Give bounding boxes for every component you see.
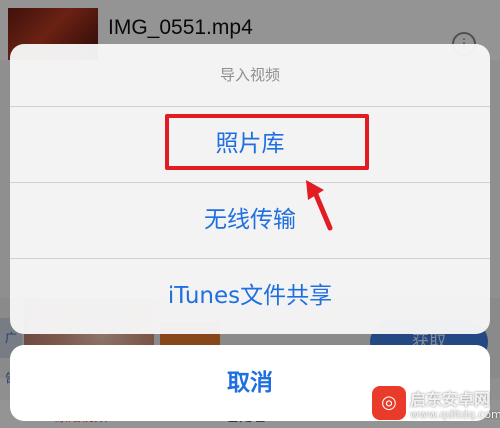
sheet-title: 导入视频 bbox=[219, 66, 280, 84]
wireless-transfer-option[interactable]: 无线传输 bbox=[10, 182, 490, 258]
watermark-name: 启东安卓网 bbox=[410, 390, 491, 409]
red-arrow-annotation bbox=[306, 180, 333, 231]
watermark: ◎ 启东安卓网 www.qdltdq.com bbox=[368, 382, 500, 428]
watermark-logo-icon: ◎ bbox=[372, 386, 406, 420]
highlight-box-annotation bbox=[165, 114, 369, 170]
itunes-file-sharing-option[interactable]: iTunes文件共享 bbox=[10, 258, 490, 334]
watermark-url: www.qdltdq.com bbox=[410, 408, 500, 421]
import-video-action-sheet: 导入视频 照片库 无线传输 iTunes文件共享 bbox=[10, 44, 490, 334]
